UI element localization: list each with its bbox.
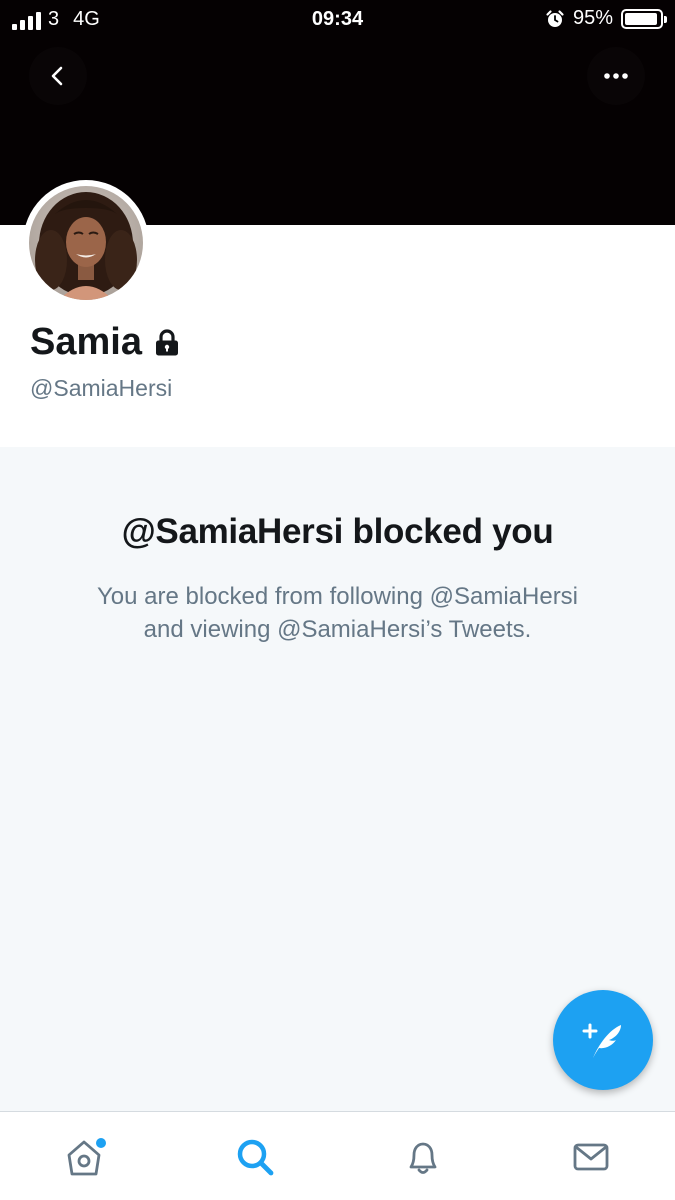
- home-icon: [67, 1138, 106, 1176]
- profile-name: Samia: [30, 321, 142, 363]
- profile-name-row: Samia: [30, 321, 180, 364]
- compose-tweet-icon: [582, 1023, 621, 1058]
- tab-search[interactable]: [230, 1132, 280, 1182]
- tab-notifications[interactable]: [398, 1132, 448, 1182]
- battery-percent: 95%: [572, 7, 613, 29]
- mail-icon: [573, 1143, 609, 1171]
- profile-avatar[interactable]: [23, 180, 149, 306]
- lock-icon: [155, 328, 178, 355]
- tab-bar: [0, 1111, 675, 1200]
- alarm-icon: [546, 9, 564, 27]
- bell-icon: [409, 1142, 437, 1174]
- back-button[interactable]: [29, 47, 87, 105]
- blocked-description-line1: You are blocked from following @SamiaHer…: [96, 583, 579, 610]
- search-icon: [237, 1139, 274, 1176]
- status-right: 95%: [545, 7, 667, 30]
- blocked-description-line2: and viewing @SamiaHersi’s Tweets.: [143, 616, 532, 643]
- compose-tweet-button[interactable]: [553, 990, 653, 1090]
- blocked-title: @SamiaHersi blocked you: [121, 512, 554, 551]
- avatar-photo: [29, 186, 143, 300]
- more-horizontal-icon: [604, 73, 628, 79]
- tab-home[interactable]: [60, 1132, 110, 1182]
- profile-handle: @SamiaHersi: [30, 375, 173, 401]
- blocked-description: You are blocked from following @SamiaHer…: [0, 580, 675, 646]
- more-options-button[interactable]: [587, 47, 645, 105]
- battery-icon: [621, 8, 667, 29]
- status-bar: 3 4G 09:34 95%: [0, 0, 675, 40]
- notification-dot: [96, 1138, 106, 1148]
- chevron-left-icon: [51, 66, 63, 86]
- tab-messages[interactable]: [566, 1132, 616, 1182]
- battery-fill: [625, 12, 658, 25]
